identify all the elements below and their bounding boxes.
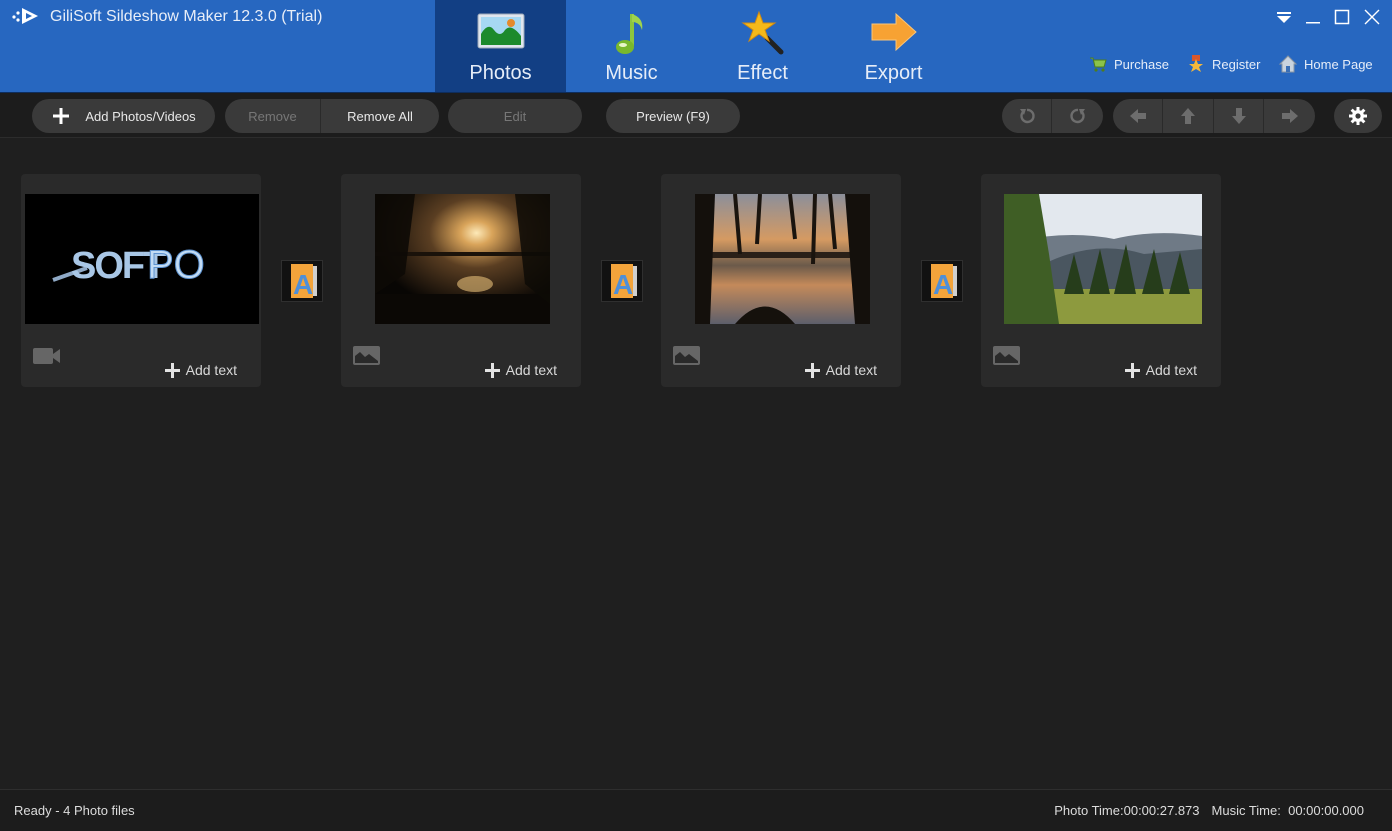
media-item[interactable]: SOFT PO Add text (21, 174, 261, 387)
thumbnail-forest-landscape (1004, 194, 1202, 324)
toolbar: Add Photos/Videos Remove Remove All Edit… (0, 92, 1392, 138)
transition-letter-a-icon: A (611, 264, 637, 300)
music-note-icon (615, 14, 642, 54)
rotate-left-button[interactable] (1002, 99, 1052, 133)
edit-button[interactable]: Edit (448, 99, 582, 133)
media-item[interactable]: Add text (341, 174, 581, 387)
transition-thumbnail[interactable]: A (921, 260, 963, 302)
home-page-label: Home Page (1304, 56, 1373, 72)
music-time-label: Music Time: (1211, 803, 1281, 818)
minimize-icon[interactable] (1302, 6, 1324, 28)
magic-wand-star-icon (740, 10, 783, 55)
transition-thumbnail[interactable]: A (281, 260, 323, 302)
image-icon (993, 346, 1020, 365)
plus-icon (484, 362, 500, 378)
transition-thumbnail[interactable]: A (601, 260, 643, 302)
add-text-label: Add text (185, 362, 237, 378)
thumbnail-sunset-willow (375, 194, 550, 324)
transition-letter-a-icon: A (931, 264, 957, 300)
photo-time-label: Photo Time: (1054, 803, 1124, 818)
tab-music[interactable]: Music (566, 0, 697, 92)
tab-export-label: Export (864, 62, 923, 84)
media-item[interactable]: Add text (981, 174, 1221, 387)
home-page-link[interactable]: Home Page (1278, 53, 1373, 75)
register-label: Register (1212, 56, 1261, 72)
plus-icon (1124, 362, 1140, 378)
video-camera-icon (33, 348, 60, 364)
move-up-button[interactable] (1163, 99, 1214, 133)
add-text-label: Add text (825, 362, 877, 378)
photo-landscape-icon (477, 13, 524, 49)
media-timeline: SOFT PO Add text A Add text A Add text A… (0, 139, 1392, 789)
tab-effect-label: Effect (737, 62, 788, 84)
tab-photos[interactable]: Photos (435, 0, 566, 92)
purchase-label: Purchase (1114, 56, 1169, 72)
maximize-icon[interactable] (1331, 6, 1353, 28)
time-readout: Photo Time:00:00:27.873 Music Time: 00:0… (1054, 803, 1364, 818)
music-time: Music Time: 00:00:00.000 (1212, 803, 1364, 818)
shopping-cart-icon (1090, 57, 1107, 72)
app-logo-icon (12, 8, 38, 24)
add-photos-videos-button[interactable]: Add Photos/Videos (32, 99, 215, 133)
svg-text:A: A (933, 269, 953, 300)
purchase-link[interactable]: Purchase (1088, 53, 1169, 75)
register-link[interactable]: Register (1186, 53, 1260, 75)
add-text-button[interactable]: Add text (1124, 362, 1197, 378)
move-right-button[interactable] (1264, 99, 1315, 133)
rotate-button-group (1002, 99, 1103, 133)
move-down-button[interactable] (1214, 99, 1264, 133)
rotate-right-button[interactable] (1052, 99, 1103, 133)
remove-button-group: Remove Remove All (225, 99, 439, 133)
gear-icon (1349, 107, 1367, 125)
thumbnail-sunset-lake (695, 194, 870, 324)
move-button-group (1113, 99, 1315, 133)
transition-letter-a-icon: A (291, 264, 317, 300)
svg-text:A: A (613, 269, 633, 300)
arrow-up-icon (1181, 108, 1195, 124)
music-time-value: 00:00:00.000 (1288, 803, 1364, 818)
header-bar: GiliSoft Sildeshow Maker 12.3.0 (Trial) … (0, 0, 1392, 92)
add-text-button[interactable]: Add text (484, 362, 557, 378)
close-icon[interactable] (1361, 6, 1383, 28)
svg-text:A: A (293, 269, 313, 300)
add-text-label: Add text (505, 362, 557, 378)
photo-time-value: 00:00:27.873 (1123, 803, 1200, 818)
home-icon (1278, 55, 1298, 73)
svg-text:PO: PO (147, 243, 205, 287)
tab-photos-label: Photos (469, 62, 532, 84)
arrow-right-icon (871, 12, 917, 52)
add-text-label: Add text (1145, 362, 1197, 378)
add-photos-videos-label: Add Photos/Videos (85, 108, 196, 124)
tab-effect[interactable]: Effect (697, 0, 828, 92)
settings-button[interactable] (1334, 99, 1382, 133)
remove-all-button[interactable]: Remove All (321, 99, 439, 133)
app-title: GiliSoft Sildeshow Maker 12.3.0 (Trial) (50, 8, 323, 25)
rotate-right-icon (1069, 108, 1085, 124)
status-message: Ready - 4 Photo files (14, 803, 135, 818)
dropdown-menu-icon[interactable] (1273, 6, 1295, 28)
app-window: GiliSoft Sildeshow Maker 12.3.0 (Trial) … (0, 0, 1392, 831)
arrow-right-icon (1281, 109, 1298, 123)
media-item[interactable]: Add text (661, 174, 901, 387)
rotate-left-icon (1019, 108, 1035, 124)
add-text-button[interactable]: Add text (164, 362, 237, 378)
preview-button[interactable]: Preview (F9) (606, 99, 740, 133)
arrow-down-icon (1231, 108, 1246, 124)
photo-time: Photo Time:00:00:27.873 (1054, 803, 1199, 818)
medal-star-icon (1189, 55, 1203, 72)
remove-button[interactable]: Remove (225, 99, 321, 133)
plus-icon (804, 362, 820, 378)
plus-icon (53, 108, 70, 124)
add-text-button[interactable]: Add text (804, 362, 877, 378)
tab-export[interactable]: Export (828, 0, 959, 92)
tab-music-label: Music (605, 62, 658, 84)
plus-icon (164, 362, 180, 378)
move-left-button[interactable] (1113, 99, 1163, 133)
status-bar: Ready - 4 Photo files Photo Time:00:00:2… (0, 789, 1392, 831)
image-icon (353, 346, 380, 365)
arrow-left-icon (1129, 109, 1146, 123)
image-icon (673, 346, 700, 365)
thumbnail-softpo-logo: SOFT PO (25, 194, 259, 324)
